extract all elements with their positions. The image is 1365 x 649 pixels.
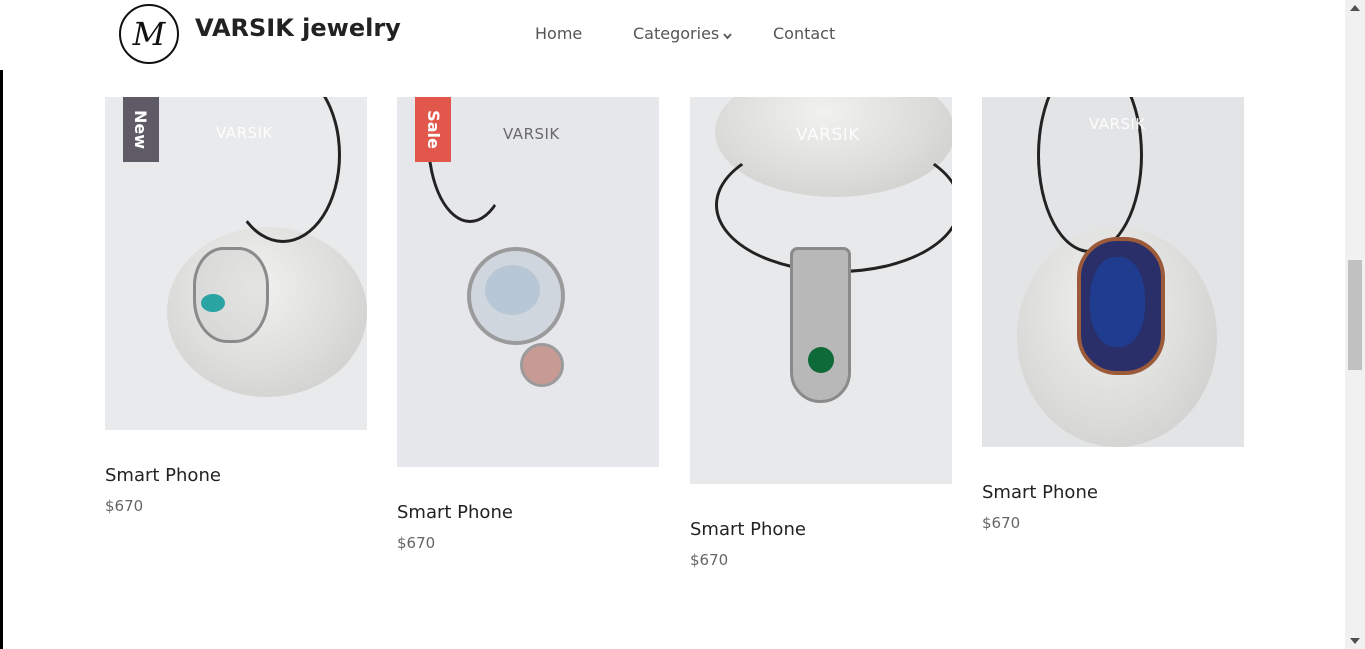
product-title[interactable]: Smart Phone bbox=[397, 502, 513, 523]
product-image[interactable]: VARSIK bbox=[982, 97, 1244, 447]
gemstone bbox=[808, 347, 834, 373]
nav-home[interactable]: Home bbox=[535, 24, 582, 43]
product-card[interactable]: VARSIK New Smart Phone $670 bbox=[105, 97, 367, 515]
chevron-down-icon bbox=[723, 25, 732, 44]
product-card[interactable]: VARSIK Smart Phone $670 bbox=[690, 97, 952, 569]
watermark: VARSIK bbox=[503, 125, 560, 143]
logo-monogram: M bbox=[132, 15, 166, 53]
product-price: $670 bbox=[105, 497, 144, 515]
gemstone bbox=[201, 294, 225, 312]
nav-categories[interactable]: Categories bbox=[633, 24, 732, 43]
pendant bbox=[193, 247, 269, 343]
product-image[interactable]: VARSIK Sale bbox=[397, 97, 659, 467]
badge-label: New bbox=[131, 109, 151, 150]
gemstone bbox=[485, 265, 540, 315]
product-price: $670 bbox=[690, 551, 729, 569]
brand-logo[interactable]: M bbox=[119, 4, 179, 64]
scroll-up-arrow-icon[interactable] bbox=[1350, 5, 1360, 11]
badge-new: New bbox=[123, 97, 159, 162]
product-image[interactable]: VARSIK bbox=[690, 97, 952, 484]
badge-sale: Sale bbox=[415, 97, 451, 162]
page-scrollbar[interactable] bbox=[1345, 0, 1365, 649]
gemstone bbox=[1090, 257, 1145, 347]
product-card[interactable]: VARSIK Smart Phone $670 bbox=[982, 97, 1244, 532]
product-title[interactable]: Smart Phone bbox=[690, 519, 806, 540]
brand-name[interactable]: VARSIK jewelry bbox=[195, 14, 401, 42]
product-card[interactable]: VARSIK Sale Smart Phone $670 bbox=[397, 97, 659, 552]
product-price: $670 bbox=[397, 534, 436, 552]
necklace-cord bbox=[225, 97, 341, 243]
watermark: VARSIK bbox=[1089, 115, 1146, 133]
site-header: M VARSIK jewelry Home Categories Contact bbox=[0, 0, 1345, 70]
product-title[interactable]: Smart Phone bbox=[982, 482, 1098, 503]
nav-categories-label: Categories bbox=[633, 24, 720, 43]
window-left-edge bbox=[0, 0, 3, 649]
pendant bbox=[790, 247, 851, 403]
watermark: VARSIK bbox=[216, 124, 273, 142]
watermark: VARSIK bbox=[796, 125, 860, 145]
gemstone-secondary bbox=[520, 343, 564, 387]
product-image[interactable]: VARSIK New bbox=[105, 97, 367, 430]
scroll-down-arrow-icon[interactable] bbox=[1350, 638, 1360, 644]
badge-label: Sale bbox=[423, 110, 443, 149]
product-price: $670 bbox=[982, 514, 1021, 532]
scrollbar-thumb[interactable] bbox=[1348, 260, 1362, 370]
product-title[interactable]: Smart Phone bbox=[105, 465, 221, 486]
nav-contact[interactable]: Contact bbox=[773, 24, 835, 43]
